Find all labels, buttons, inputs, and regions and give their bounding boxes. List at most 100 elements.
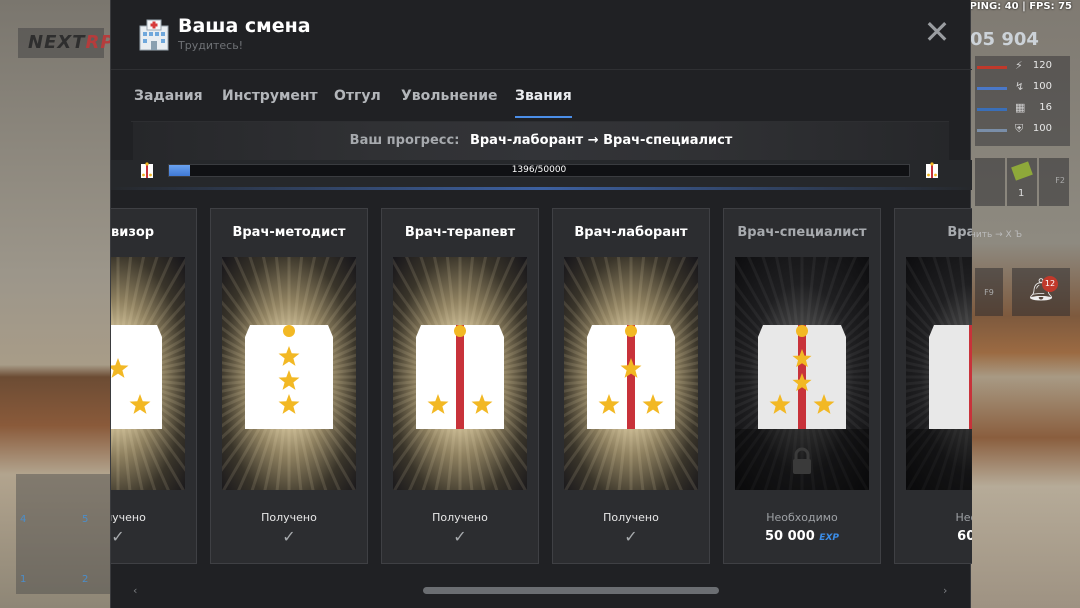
stat-row: ⛨ 100 xyxy=(975,121,1070,141)
rank-card[interactable]: Врач-методист Получено ✓ xyxy=(210,208,368,564)
rank-art xyxy=(564,257,698,490)
rank-name: Врач-методист xyxy=(232,225,346,240)
window-header: Ваша смена Трудитесь! ✕ xyxy=(111,0,972,70)
check-icon: ✓ xyxy=(624,527,638,546)
lightning-icon: ↯ xyxy=(1015,80,1025,93)
quick-slot[interactable] xyxy=(975,158,1005,206)
rank-status: Получено xyxy=(261,511,317,524)
slot-key: 5 xyxy=(82,514,89,525)
water-icon: ▦ xyxy=(1015,101,1026,114)
rank-cards: ПровизорПолучено✓Врач-методистПолучено✓В… xyxy=(111,208,972,566)
stat-value: 100 xyxy=(1032,81,1052,92)
current-epaulet-icon xyxy=(141,162,153,178)
requirement-value: 60 0 xyxy=(957,529,972,544)
epaulet-icon xyxy=(564,257,698,490)
scroll-left-icon[interactable]: ‹ xyxy=(133,584,137,597)
stat-value: 100 xyxy=(1032,123,1052,134)
rank-requirement: 50 000 EXP xyxy=(724,529,880,544)
rank-name: Врач-лаборант xyxy=(574,225,688,240)
next-rank: Врач-специалист xyxy=(603,133,733,148)
tab-1[interactable]: Задания xyxy=(134,88,203,116)
hospital-icon xyxy=(139,19,169,51)
check-icon: ✓ xyxy=(282,527,296,546)
current-rank: Врач-лаборант xyxy=(469,133,584,148)
quick-slot[interactable]: F2 xyxy=(1039,158,1069,206)
job-window: Ваша смена Трудитесь! ✕ Задания Инструмен… xyxy=(110,0,972,608)
epaulet-icon xyxy=(111,257,185,490)
weapon-slots: 4 5 1 2 xyxy=(16,474,112,594)
slot-key: 2 xyxy=(82,574,89,585)
stat-value: 120 xyxy=(1032,60,1052,71)
rank-art xyxy=(735,257,869,490)
scroll-thumb[interactable] xyxy=(423,587,719,594)
stat-bar xyxy=(977,87,1007,90)
rank-name: Провизор xyxy=(111,225,155,240)
stat-row: ↯ 100 xyxy=(975,79,1070,99)
rank-status: Необх xyxy=(955,511,972,524)
slot-key: 4 xyxy=(20,514,27,525)
progress-header: Ваш прогресс: Врач-лаборант → Врач-специ… xyxy=(133,122,949,160)
scroll-right-icon[interactable]: › xyxy=(943,584,947,597)
horizontal-scrollbar[interactable]: ‹ › xyxy=(133,584,951,597)
progress-label: Ваш прогресс: xyxy=(349,133,460,148)
exp-progress-bar: 1396/50000 xyxy=(168,164,910,177)
check-icon: ✓ xyxy=(111,527,125,546)
window-subtitle: Трудитесь! xyxy=(178,39,244,52)
rank-card[interactable]: Врач-терапевт Получено ✓ xyxy=(381,208,539,564)
close-icon: ✕ xyxy=(923,13,951,51)
notifications-button[interactable]: 🔔︎ 12 xyxy=(1012,268,1070,316)
rank-card[interactable]: Врач-специалист Необходимо 50 000 EXP xyxy=(723,208,881,564)
progress-bar-row: 1396/50000 xyxy=(111,160,972,190)
epaulet-icon xyxy=(222,257,356,490)
rank-card[interactable]: Врач-лаборант Получено ✓ xyxy=(552,208,710,564)
stat-bar xyxy=(977,129,1007,132)
stat-bar xyxy=(977,66,1007,69)
hint-text: нить → X Ъ xyxy=(970,230,1023,240)
rank-requirement: 60 0 xyxy=(895,529,972,544)
rank-art xyxy=(111,257,185,490)
rank-status: Получено xyxy=(111,511,146,524)
tab-3[interactable]: Отгул xyxy=(334,88,381,116)
rank-name: Врач-специалист xyxy=(737,225,867,240)
rank-art xyxy=(906,257,972,490)
slot-key: F2 xyxy=(1055,176,1065,185)
exp-label: EXP xyxy=(819,533,839,543)
arrow-icon: → xyxy=(587,133,599,148)
quick-slots: 1 F2 xyxy=(975,158,1070,208)
rank-status: Необходимо xyxy=(766,511,838,524)
lock-icon xyxy=(793,447,811,474)
quick-slot[interactable]: 1 xyxy=(1007,158,1037,206)
money-display: 05 904 xyxy=(970,29,1039,50)
exp-progress-text: 1396/50000 xyxy=(511,165,567,175)
rank-name: Врач-п xyxy=(947,225,972,240)
stat-row: ▦ 16 xyxy=(975,100,1070,120)
tab-5[interactable]: Звания xyxy=(515,88,572,118)
player-stats: ⚡ 120 ↯ 100 ▦ 16 ⛨ 100 xyxy=(975,56,1070,146)
tab-2[interactable]: Инструмент xyxy=(222,88,318,116)
tab-4[interactable]: Увольнение xyxy=(401,88,498,116)
close-button[interactable]: ✕ xyxy=(923,16,951,48)
f9-slot[interactable]: F9 xyxy=(975,268,1003,316)
stat-row: ⚡ 120 xyxy=(975,58,1070,78)
rank-art xyxy=(222,257,356,490)
rank-card[interactable]: Врач-п Необх 60 0 xyxy=(894,208,972,564)
rank-card[interactable]: Провизор Получено ✓ xyxy=(111,208,197,564)
money-pack-icon xyxy=(1011,161,1033,181)
requirement-value: 50 000 xyxy=(765,529,815,544)
rank-status: Получено xyxy=(432,511,488,524)
next-epaulet-icon xyxy=(926,162,938,178)
server-logo: NEXTRP xyxy=(18,28,114,58)
stat-bar xyxy=(977,108,1007,111)
heart-pulse-icon: ⚡ xyxy=(1015,59,1023,72)
progress-text: Ваш прогресс: Врач-лаборант → Врач-специ… xyxy=(133,133,949,148)
epaulet-icon xyxy=(906,257,972,490)
rank-name: Врач-терапевт xyxy=(404,225,516,240)
check-icon: ✓ xyxy=(453,527,467,546)
rank-status: Получено xyxy=(603,511,659,524)
stat-value: 16 xyxy=(1039,102,1052,113)
window-title: Ваша смена xyxy=(178,15,311,37)
notification-badge: 12 xyxy=(1042,276,1058,292)
shield-icon: ⛨ xyxy=(1015,122,1024,135)
slot-key: 1 xyxy=(20,574,27,585)
slot-count: 1 xyxy=(1018,188,1025,199)
